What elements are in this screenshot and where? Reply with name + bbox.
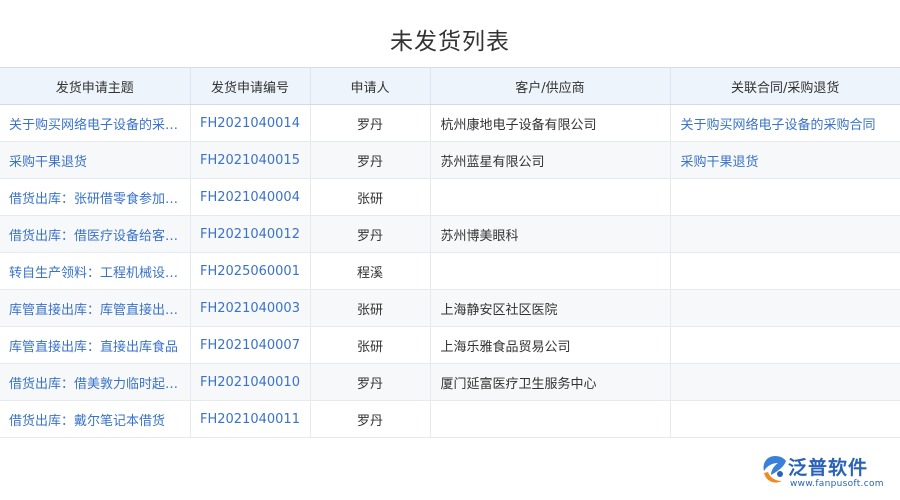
request-number-link[interactable]: FH2021040012 <box>190 215 311 253</box>
applicant-cell: 罗丹 <box>310 104 431 142</box>
applicant-cell: 张研 <box>310 289 431 327</box>
table-row[interactable]: 借货出库：借美敦力临时起… FH2021040010 罗丹 厦门延富医疗卫生服务… <box>0 363 900 401</box>
customer-cell <box>430 400 671 438</box>
table-row[interactable]: 借货出库：借医疗设备给客… FH2021040012 罗丹 苏州博美眼科 <box>0 215 900 253</box>
applicant-cell: 张研 <box>310 178 431 216</box>
request-number-link[interactable]: FH2021040003 <box>190 289 311 327</box>
related-contract-link[interactable] <box>670 326 900 364</box>
request-number-link[interactable]: FH2021040011 <box>190 400 311 438</box>
related-contract-link[interactable]: 关于购买网络电子设备的采购合同 <box>670 104 900 142</box>
table-row[interactable]: 转自生产领料：工程机械设… FH2025060001 程溪 <box>0 252 900 290</box>
customer-cell: 杭州康地电子设备有限公司 <box>430 104 671 142</box>
table-row[interactable]: 关于购买网络电子设备的采… FH2021040014 罗丹 杭州康地电子设备有限… <box>0 104 900 142</box>
table-row[interactable]: 采购干果退货 FH2021040015 罗丹 苏州蓝星有限公司 采购干果退货 <box>0 141 900 179</box>
column-header-customer[interactable]: 客户/供应商 <box>430 67 671 105</box>
request-number-link[interactable]: FH2021040014 <box>190 104 311 142</box>
customer-cell: 苏州蓝星有限公司 <box>430 141 671 179</box>
applicant-cell: 罗丹 <box>310 141 431 179</box>
fanpu-logo-icon <box>763 456 786 483</box>
column-header-number[interactable]: 发货申请编号 <box>190 67 311 105</box>
subject-link[interactable]: 借货出库：借医疗设备给客… <box>0 215 191 253</box>
request-number-link[interactable]: FH2021040015 <box>190 141 311 179</box>
related-contract-link[interactable] <box>670 215 900 253</box>
related-contract-link[interactable] <box>670 178 900 216</box>
related-contract-link[interactable] <box>670 400 900 438</box>
subject-link[interactable]: 库管直接出库：直接出库食品 <box>0 326 191 364</box>
table-header-row: 发货申请主题 发货申请编号 申请人 客户/供应商 关联合同/采购退货 <box>0 67 900 105</box>
column-header-applicant[interactable]: 申请人 <box>310 67 431 105</box>
table-row[interactable]: 借货出库：张研借零食参加… FH2021040004 张研 <box>0 178 900 216</box>
brand-watermark: 泛普软件 www.fanpusoft.com <box>758 451 888 495</box>
subject-link[interactable]: 采购干果退货 <box>0 141 191 179</box>
applicant-cell: 程溪 <box>310 252 431 290</box>
customer-cell <box>430 252 671 290</box>
request-number-link[interactable]: FH2025060001 <box>190 252 311 290</box>
customer-cell: 上海静安区社区医院 <box>430 289 671 327</box>
table-row[interactable]: 借货出库：戴尔笔记本借货 FH2021040011 罗丹 <box>0 400 900 438</box>
subject-link[interactable]: 借货出库：戴尔笔记本借货 <box>0 400 191 438</box>
subject-link[interactable]: 转自生产领料：工程机械设… <box>0 252 191 290</box>
subject-link[interactable]: 库管直接出库：库管直接出… <box>0 289 191 327</box>
subject-link[interactable]: 关于购买网络电子设备的采… <box>0 104 191 142</box>
unshipped-table: 发货申请主题 发货申请编号 申请人 客户/供应商 关联合同/采购退货 关于购买网… <box>0 67 900 438</box>
page-title: 未发货列表 <box>390 29 510 55</box>
related-contract-link[interactable] <box>670 363 900 401</box>
column-header-subject[interactable]: 发货申请主题 <box>0 67 191 105</box>
request-number-link[interactable]: FH2021040007 <box>190 326 311 364</box>
table-row[interactable]: 库管直接出库：库管直接出… FH2021040003 张研 上海静安区社区医院 <box>0 289 900 327</box>
subject-link[interactable]: 借货出库：借美敦力临时起… <box>0 363 191 401</box>
customer-cell <box>430 178 671 216</box>
related-contract-link[interactable]: 采购干果退货 <box>670 141 900 179</box>
related-contract-link[interactable] <box>670 252 900 290</box>
related-contract-link[interactable] <box>670 289 900 327</box>
applicant-cell: 罗丹 <box>310 400 431 438</box>
customer-cell: 苏州博美眼科 <box>430 215 671 253</box>
brand-url: www.fanpusoft.com <box>790 479 884 489</box>
customer-cell: 厦门延富医疗卫生服务中心 <box>430 363 671 401</box>
subject-link[interactable]: 借货出库：张研借零食参加… <box>0 178 191 216</box>
applicant-cell: 罗丹 <box>310 363 431 401</box>
brand-name: 泛普软件 <box>788 457 869 479</box>
applicant-cell: 罗丹 <box>310 215 431 253</box>
request-number-link[interactable]: FH2021040004 <box>190 178 311 216</box>
customer-cell: 上海乐雅食品贸易公司 <box>430 326 671 364</box>
table-row[interactable]: 库管直接出库：直接出库食品 FH2021040007 张研 上海乐雅食品贸易公司 <box>0 326 900 364</box>
column-header-related[interactable]: 关联合同/采购退货 <box>670 67 900 105</box>
request-number-link[interactable]: FH2021040010 <box>190 363 311 401</box>
applicant-cell: 张研 <box>310 326 431 364</box>
